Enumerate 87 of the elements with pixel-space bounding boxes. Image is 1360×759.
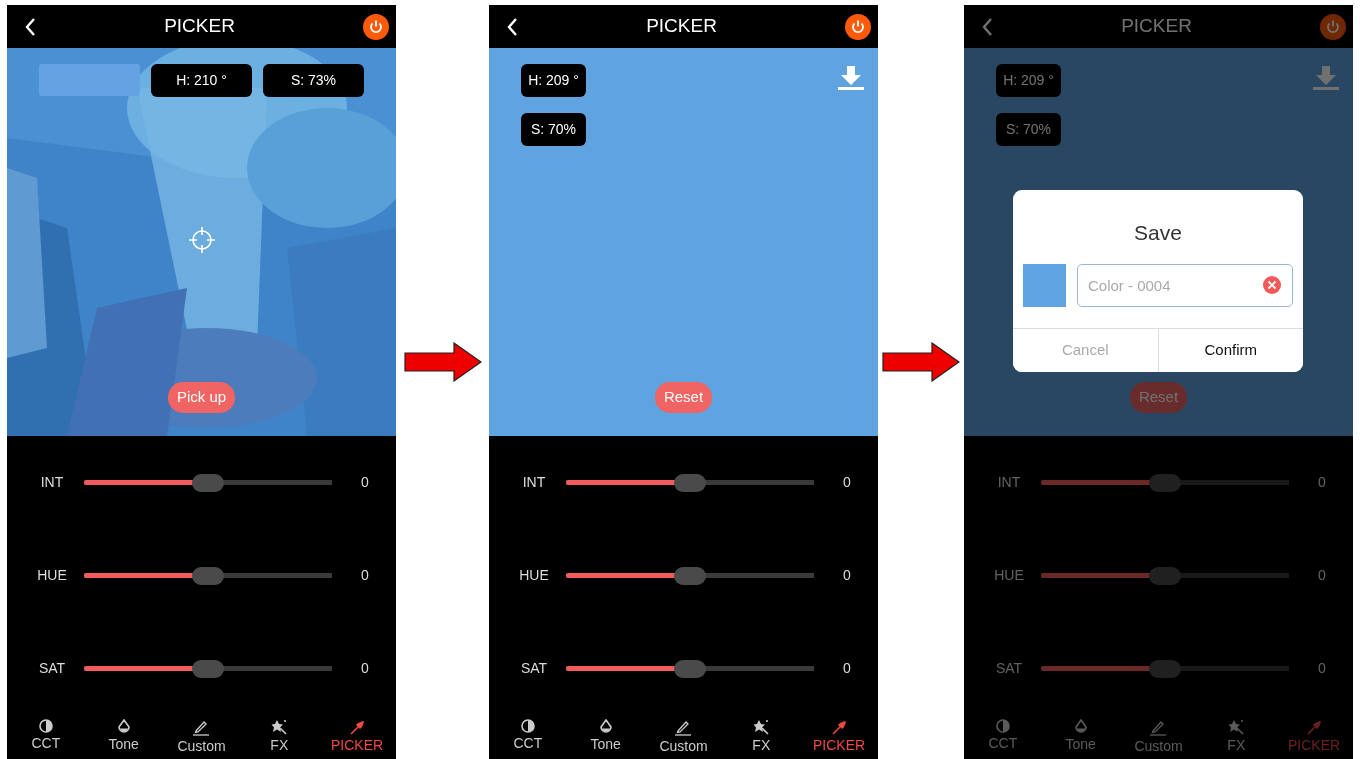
back-button[interactable]: [507, 17, 518, 36]
magic-wand-icon: [1228, 719, 1245, 735]
name-field[interactable]: Color - 0004: [1077, 263, 1293, 307]
screen-title: PICKER: [164, 14, 235, 39]
action-button[interactable]: Pick up: [167, 382, 236, 413]
back-icon: [507, 17, 518, 36]
nav-tab[interactable]: Tone: [84, 715, 163, 759]
slider-thumb[interactable]: [674, 566, 706, 585]
half-circle-icon: [38, 719, 53, 733]
value-chip: S: 70%: [521, 113, 586, 146]
screen-title: PICKER: [646, 14, 717, 39]
slider-value: 0: [1317, 659, 1327, 678]
power-button[interactable]: [363, 13, 389, 40]
slider-value: 0: [1317, 473, 1327, 492]
slider-value: 0: [360, 473, 370, 492]
arrow-icon: [403, 342, 482, 382]
nav-tab[interactable]: Custom: [1119, 715, 1198, 759]
slider-label: INT: [996, 473, 1022, 492]
back-icon: [25, 17, 36, 36]
slider-label: INT: [521, 473, 547, 492]
slider-label: SAT: [994, 659, 1024, 678]
slider-value: 0: [842, 566, 852, 585]
droplet-icon: [598, 719, 613, 734]
slider-value: 0: [360, 566, 370, 585]
download-icon[interactable]: [838, 66, 864, 90]
nav-tab[interactable]: Custom: [644, 715, 723, 759]
nav-tab[interactable]: Tone: [1041, 715, 1120, 759]
value-chip: H: 209 °: [996, 64, 1061, 97]
value-chip: S: 73%: [263, 64, 364, 97]
slider-thumb[interactable]: [1149, 659, 1181, 678]
power-button[interactable]: [845, 13, 871, 40]
pencil-icon: [674, 719, 693, 736]
nav-tab[interactable]: Custom: [162, 715, 241, 759]
nav-tab[interactable]: PICKER: [318, 715, 396, 759]
value-chip: H: 209 °: [521, 64, 586, 97]
nav-tab[interactable]: CCT: [964, 715, 1042, 759]
screen-title: PICKER: [1121, 14, 1192, 39]
back-icon: [982, 17, 993, 36]
magic-wand-icon: [753, 719, 770, 735]
pencil-icon: [1149, 719, 1168, 736]
droplet-icon: [1073, 719, 1088, 734]
value-chip: H: 210 °: [151, 64, 252, 97]
slider-label: HUE: [36, 566, 68, 585]
crosshair-icon[interactable]: [188, 226, 215, 253]
dialog-title: Save: [1133, 220, 1183, 246]
slider-value: 0: [360, 659, 370, 678]
slider-thumb[interactable]: [1149, 566, 1181, 585]
download-icon[interactable]: [1313, 66, 1339, 90]
power-icon: [850, 18, 866, 35]
slider-label: INT: [39, 473, 65, 492]
eyedropper-icon: [831, 719, 848, 735]
slider-thumb[interactable]: [192, 566, 224, 585]
droplet-icon: [116, 719, 131, 734]
eyedropper-icon: [1306, 719, 1323, 735]
eyedropper-icon: [349, 719, 366, 735]
value-chip: S: 70%: [996, 113, 1061, 146]
nav-tab[interactable]: CCT: [7, 715, 85, 759]
slider-thumb[interactable]: [674, 473, 706, 492]
nav-tab[interactable]: Tone: [566, 715, 645, 759]
slider-thumb[interactable]: [1149, 473, 1181, 492]
slider-value: 0: [842, 659, 852, 678]
confirm-button[interactable]: Confirm: [1157, 328, 1303, 372]
back-button[interactable]: [25, 17, 36, 36]
nav-tab[interactable]: PICKER: [800, 715, 878, 759]
half-circle-icon: [520, 719, 535, 733]
nav-tab[interactable]: FX: [722, 715, 801, 759]
magic-wand-icon: [271, 719, 288, 735]
nav-tab[interactable]: FX: [240, 715, 319, 759]
power-icon: [1325, 18, 1341, 35]
nav-tab[interactable]: CCT: [489, 715, 567, 759]
pencil-icon: [192, 719, 211, 736]
slider-thumb[interactable]: [674, 659, 706, 678]
action-button[interactable]: Reset: [654, 382, 713, 413]
half-circle-icon: [995, 719, 1010, 733]
slider-value: 0: [842, 473, 852, 492]
slider-thumb[interactable]: [192, 473, 224, 492]
slider-label: SAT: [37, 659, 67, 678]
arrow-icon: [882, 342, 960, 382]
slider-label: SAT: [519, 659, 549, 678]
slider-thumb[interactable]: [192, 659, 224, 678]
slider-value: 0: [1317, 566, 1327, 585]
slider-label: HUE: [518, 566, 550, 585]
clear-icon[interactable]: [1263, 275, 1281, 294]
slider-label: HUE: [993, 566, 1025, 585]
color-swatch: [1023, 263, 1066, 307]
nav-tab[interactable]: FX: [1197, 715, 1276, 759]
power-icon: [368, 18, 384, 35]
